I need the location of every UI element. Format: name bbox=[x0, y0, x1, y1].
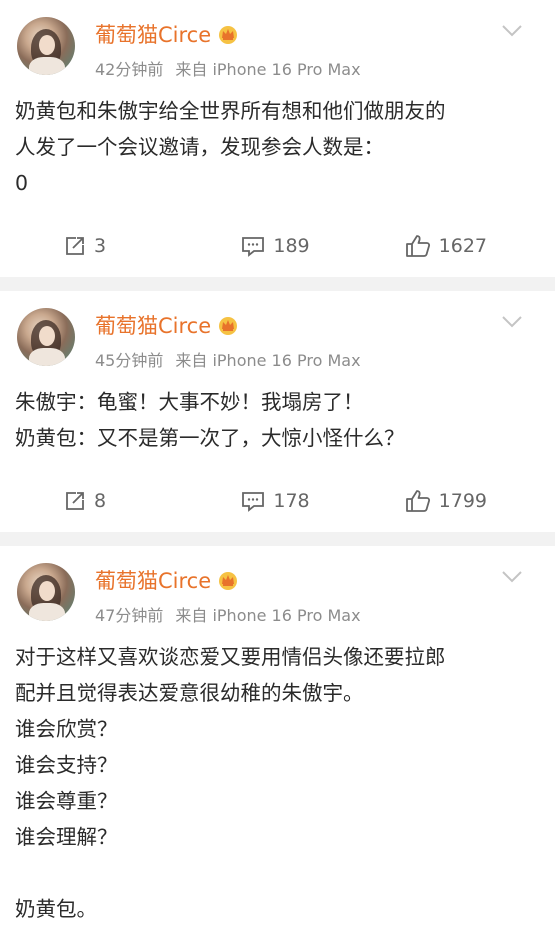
post-line: 谁会理解？ bbox=[15, 825, 118, 849]
post-meta: 42分钟前 来自 iPhone 16 Pro Max bbox=[95, 56, 361, 80]
author-name[interactable]: 葡萄猫Circe bbox=[95, 310, 239, 340]
post-meta: 47分钟前 来自 iPhone 16 Pro Max bbox=[95, 602, 361, 626]
post-line: 奶黄包：又不是第一次了，大惊小怪什么？ bbox=[15, 426, 405, 450]
repost-button[interactable]: 3 bbox=[0, 235, 205, 257]
avatar[interactable] bbox=[17, 17, 75, 75]
repost-button[interactable]: 8 bbox=[0, 490, 205, 512]
post-time: 47分钟前 bbox=[95, 606, 164, 625]
post-content[interactable]: 奶黄包和朱傲宇给全世界所有想和他们做朋友的 人发了一个会议邀请，发现参会人数是：… bbox=[0, 88, 555, 201]
post-line: 0 bbox=[15, 171, 29, 195]
post-time: 45分钟前 bbox=[95, 351, 164, 370]
post-line: 奶黄包和朱傲宇给全世界所有想和他们做朋友的 bbox=[15, 99, 446, 123]
crown-badge-icon bbox=[219, 26, 238, 44]
post-line: 配并且觉得表达爱意很幼稚的朱傲宇。 bbox=[15, 681, 364, 705]
author-name-text[interactable]: 葡萄猫Circe bbox=[95, 310, 211, 340]
post-header: 葡萄猫Circe 42分钟前 来自 iPhone 16 Pro Max bbox=[0, 0, 555, 88]
repost-icon bbox=[66, 237, 84, 255]
post-content[interactable]: 朱傲宇：龟蜜！大事不妙！我塌房了！ 奶黄包：又不是第一次了，大惊小怪什么？ bbox=[0, 379, 555, 456]
post-line: 奶黄包。 bbox=[15, 897, 97, 921]
like-button[interactable]: 1627 bbox=[346, 234, 555, 258]
comment-button[interactable]: 178 bbox=[205, 490, 346, 512]
crown-badge-icon bbox=[219, 572, 238, 590]
author-name-text[interactable]: 葡萄猫Circe bbox=[95, 19, 211, 49]
chevron-down-icon[interactable] bbox=[501, 24, 523, 38]
post-source: 来自 iPhone 16 Pro Max bbox=[175, 60, 361, 79]
post-line: 对于这样又喜欢谈恋爱又要用情侣头像还要拉郎 bbox=[15, 645, 446, 669]
post-header: 葡萄猫Circe 45分钟前 来自 iPhone 16 Pro Max bbox=[0, 291, 555, 379]
repost-count: 3 bbox=[94, 235, 107, 257]
post-card: 葡萄猫Circe 45分钟前 来自 iPhone 16 Pro Max 朱傲宇：龟… bbox=[0, 291, 555, 532]
crown-badge-icon bbox=[219, 317, 238, 335]
post-card: 葡萄猫Circe 42分钟前 来自 iPhone 16 Pro Max 奶黄包和朱… bbox=[0, 0, 555, 277]
post-line: 谁会支持？ bbox=[15, 753, 118, 777]
repost-icon bbox=[66, 492, 84, 510]
post-source: 来自 iPhone 16 Pro Max bbox=[175, 606, 361, 625]
like-button[interactable]: 1799 bbox=[346, 489, 555, 513]
post-line: 人发了一个会议邀请，发现参会人数是： bbox=[15, 135, 384, 159]
post-actions: 8 178 1799 bbox=[0, 470, 555, 532]
post-line: 谁会欣赏？ bbox=[15, 717, 118, 741]
chevron-down-icon[interactable] bbox=[501, 315, 523, 329]
post-time: 42分钟前 bbox=[95, 60, 164, 79]
thumbs-up-icon bbox=[405, 235, 430, 257]
comment-count: 189 bbox=[273, 235, 310, 257]
author-name-text[interactable]: 葡萄猫Circe bbox=[95, 565, 211, 595]
post-meta: 45分钟前 来自 iPhone 16 Pro Max bbox=[95, 347, 361, 371]
author-name[interactable]: 葡萄猫Circe bbox=[95, 565, 239, 595]
thumbs-up-icon bbox=[405, 490, 430, 512]
avatar[interactable] bbox=[17, 563, 75, 621]
author-name[interactable]: 葡萄猫Circe bbox=[95, 19, 239, 49]
post-line: 谁会尊重？ bbox=[15, 789, 118, 813]
repost-count: 8 bbox=[94, 490, 107, 512]
comment-icon bbox=[242, 237, 265, 257]
comment-icon bbox=[242, 492, 265, 512]
post-line bbox=[15, 855, 535, 891]
comment-count: 178 bbox=[273, 490, 310, 512]
comment-button[interactable]: 189 bbox=[205, 235, 346, 257]
like-count: 1627 bbox=[438, 235, 487, 257]
post-header: 葡萄猫Circe 47分钟前 来自 iPhone 16 Pro Max bbox=[0, 546, 555, 634]
post-actions: 3 189 1627 bbox=[0, 215, 555, 277]
weibo-feed: 葡萄猫Circe 42分钟前 来自 iPhone 16 Pro Max 奶黄包和朱… bbox=[0, 0, 555, 927]
post-content[interactable]: 对于这样又喜欢谈恋爱又要用情侣头像还要拉郎 配并且觉得表达爱意很幼稚的朱傲宇。 … bbox=[0, 634, 555, 927]
avatar[interactable] bbox=[17, 308, 75, 366]
like-count: 1799 bbox=[438, 490, 487, 512]
post-card: 葡萄猫Circe 47分钟前 来自 iPhone 16 Pro Max 对于这样又… bbox=[0, 546, 555, 927]
chevron-down-icon[interactable] bbox=[501, 570, 523, 584]
post-line: 朱傲宇：龟蜜！大事不妙！我塌房了！ bbox=[15, 390, 364, 414]
post-source: 来自 iPhone 16 Pro Max bbox=[175, 351, 361, 370]
